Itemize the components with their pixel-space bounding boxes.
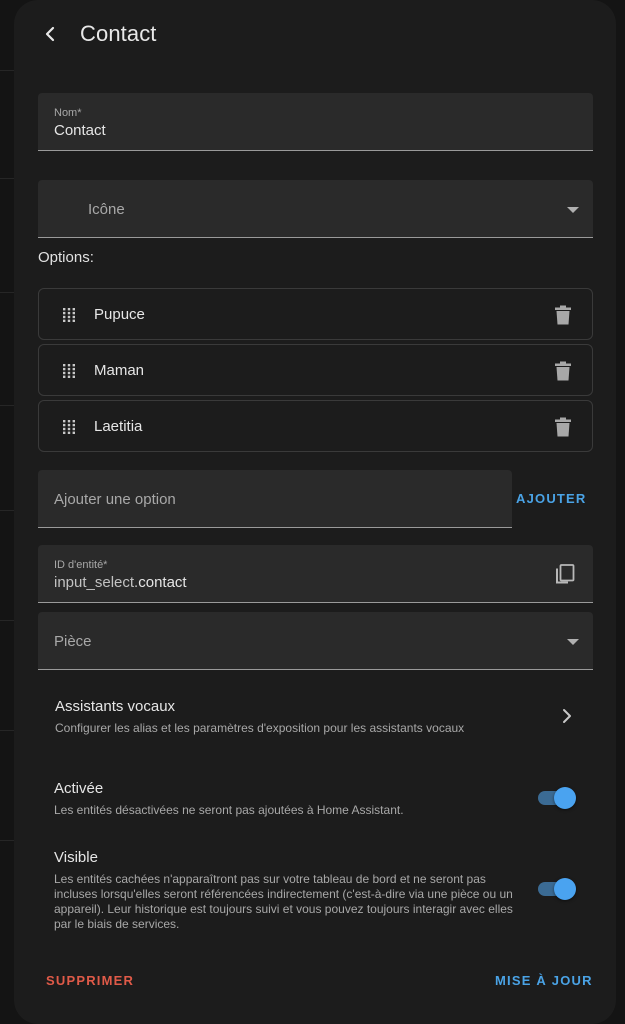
area-picker-placeholder: Pièce <box>54 633 92 650</box>
drag-handle-icon[interactable] <box>63 420 75 434</box>
dialog-title: Contact <box>80 21 157 46</box>
toggle-knob <box>554 878 576 900</box>
dialog-header: Contact <box>14 0 616 70</box>
enabled-title: Activée <box>54 780 104 797</box>
entity-id-label: ID d'entité* <box>54 559 108 571</box>
voice-assistants-title: Assistants vocaux <box>55 698 176 715</box>
icon-picker[interactable]: Icône <box>38 180 593 238</box>
add-option-button[interactable]: AJOUTER <box>516 491 587 506</box>
enabled-setting: Activée Les entités désactivées ne seron… <box>54 780 594 818</box>
entity-id-prefix: input_select. <box>54 574 139 591</box>
drag-handle-icon[interactable] <box>63 364 75 378</box>
name-field-value: Contact <box>54 122 106 139</box>
option-label: Pupuce <box>94 306 145 323</box>
icon-picker-placeholder: Icône <box>88 201 125 218</box>
option-item[interactable]: Laetitia <box>38 400 593 452</box>
option-item[interactable]: Pupuce <box>38 288 593 340</box>
option-label: Laetitia <box>94 418 143 435</box>
voice-assistants-row[interactable]: Assistants vocaux Configurer les alias e… <box>38 686 593 746</box>
name-field-label: Nom* <box>54 107 82 119</box>
entity-id-value: input_select.contact <box>54 574 187 591</box>
area-picker[interactable]: Pièce <box>38 612 593 670</box>
back-button[interactable] <box>36 20 64 48</box>
entity-id-suffix: contact <box>138 574 187 591</box>
visible-title: Visible <box>54 849 98 866</box>
dropdown-arrow-icon <box>567 639 579 645</box>
visible-toggle[interactable] <box>538 877 578 900</box>
chevron-left-icon <box>45 26 55 42</box>
toggle-knob <box>554 787 576 809</box>
chevron-right-icon <box>563 709 571 723</box>
dropdown-arrow-icon <box>567 207 579 213</box>
entity-id-field[interactable]: ID d'entité* input_select.contact <box>38 545 593 603</box>
delete-button[interactable]: SUPPRIMER <box>46 973 134 988</box>
option-label: Maman <box>94 362 145 379</box>
option-item[interactable]: Maman <box>38 344 593 396</box>
update-button[interactable]: MISE À JOUR <box>495 973 593 988</box>
add-option-input[interactable]: Ajouter une option <box>38 470 512 528</box>
copy-icon[interactable] <box>555 564 575 586</box>
trash-icon[interactable] <box>554 305 572 325</box>
drag-handle-icon[interactable] <box>63 308 75 322</box>
trash-icon[interactable] <box>554 417 572 437</box>
name-field[interactable]: Nom* Contact <box>38 93 593 151</box>
visible-description: Les entités cachées n'apparaîtront pas s… <box>54 872 513 931</box>
add-option-placeholder: Ajouter une option <box>54 491 176 508</box>
enabled-toggle[interactable] <box>538 786 578 809</box>
trash-icon[interactable] <box>554 361 572 381</box>
entity-settings-dialog: Contact Nom* Contact Icône Options: Pupu… <box>14 0 616 1024</box>
voice-assistants-subtitle: Configurer les alias et les paramètres d… <box>55 721 465 735</box>
enabled-description: Les entités désactivées ne seront pas aj… <box>54 803 404 817</box>
options-label: Options: <box>38 249 94 266</box>
visible-setting: Visible Les entités cachées n'apparaîtro… <box>54 849 594 932</box>
